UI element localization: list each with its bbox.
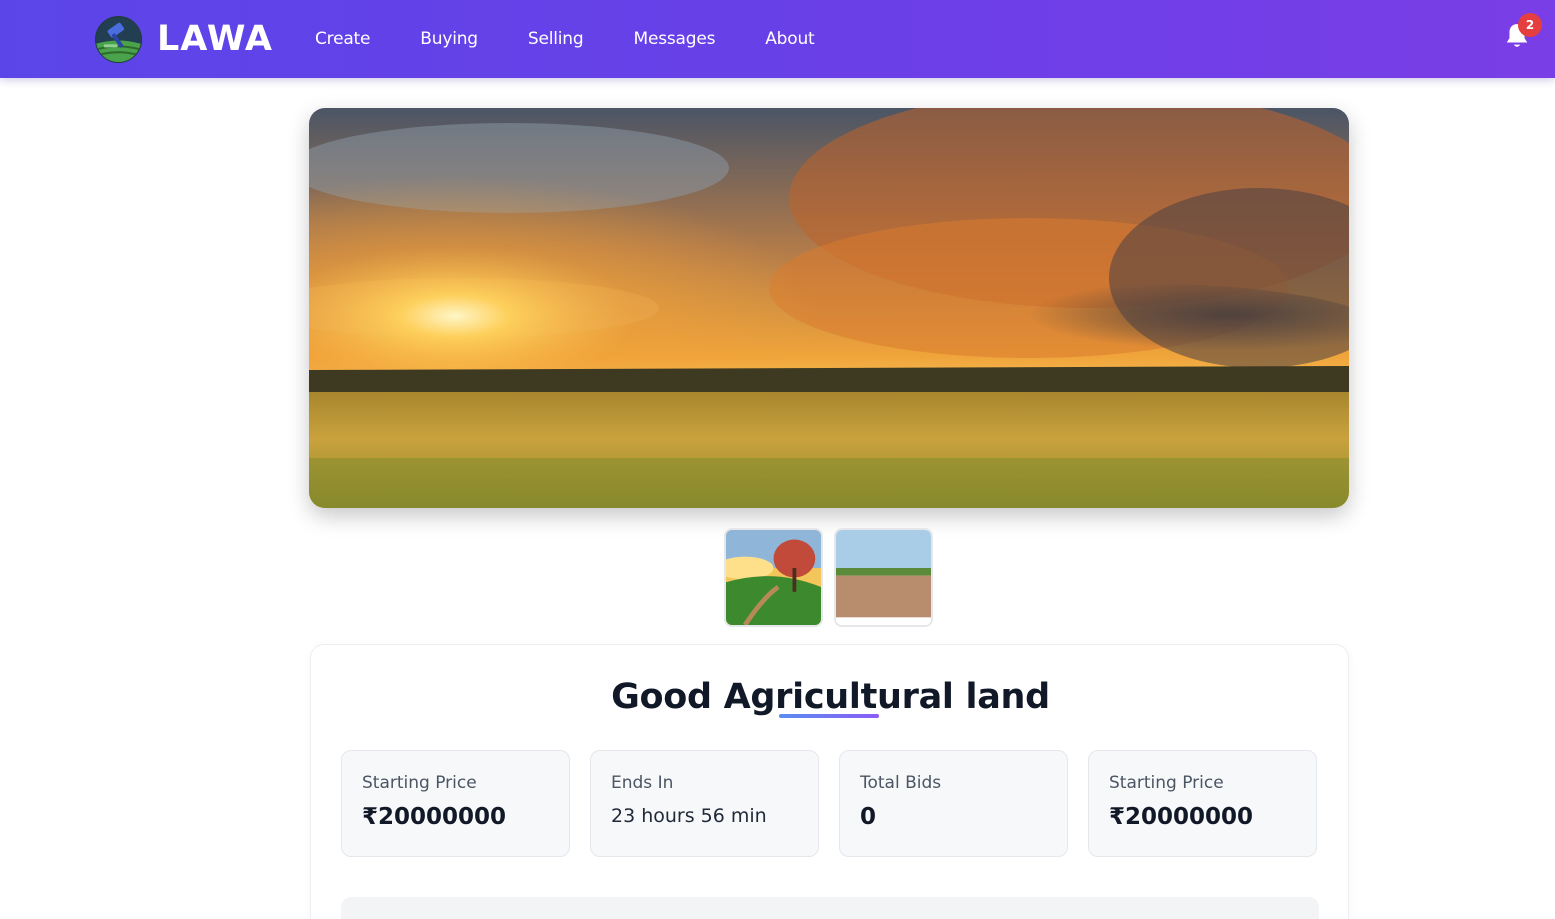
- stat-starting-price: Starting Price ₹20000000: [341, 750, 570, 857]
- painted-tree-hillside-thumbnail: [726, 530, 821, 625]
- stat-total-bids: Total Bids 0: [839, 750, 1068, 857]
- nav-buying[interactable]: Buying: [420, 29, 478, 49]
- image-thumbnails: [724, 528, 944, 627]
- bid-section-panel: [341, 897, 1319, 919]
- stat-value: 0: [860, 804, 877, 830]
- stat-value: ₹20000000: [1109, 804, 1254, 830]
- gavel-field-logo-icon: [94, 15, 143, 63]
- stat-value: 23 hours 56 min: [611, 805, 767, 827]
- nav-messages[interactable]: Messages: [633, 29, 715, 49]
- sunset-over-grass-field-photo: [309, 108, 1349, 508]
- nav-selling[interactable]: Selling: [528, 29, 584, 49]
- dry-plot-land-thumbnail: [836, 530, 931, 625]
- stat-label: Starting Price: [1109, 773, 1224, 793]
- thumbnail-2[interactable]: [834, 528, 933, 627]
- stat-label: Ends In: [611, 773, 674, 793]
- listing-title: Good Agricultural land: [611, 677, 1050, 717]
- stat-starting-price-2: Starting Price ₹20000000: [1088, 750, 1317, 857]
- stat-value: ₹20000000: [362, 804, 507, 830]
- nav-create[interactable]: Create: [315, 29, 370, 49]
- notifications-button[interactable]: 2: [1504, 13, 1542, 52]
- thumbnail-1[interactable]: [724, 528, 823, 627]
- top-navbar: LAWA Create Buying Selling Messages Abou…: [0, 0, 1555, 78]
- main-nav: Create Buying Selling Messages About: [315, 0, 865, 78]
- stat-label: Total Bids: [860, 773, 942, 793]
- listing-details-card: Good Agricultural land Starting Price ₹2…: [310, 644, 1349, 919]
- brand-name: LAWA: [157, 18, 273, 59]
- stat-ends-in: Ends In 23 hours 56 min: [590, 750, 819, 857]
- listing-stats: Starting Price ₹20000000 Ends In 23 hour…: [341, 750, 1337, 857]
- main-listing-image[interactable]: [309, 108, 1349, 508]
- nav-about[interactable]: About: [765, 29, 814, 49]
- stat-label: Starting Price: [362, 773, 477, 793]
- notification-count-badge: 2: [1518, 13, 1542, 37]
- brand-logo[interactable]: LAWA: [94, 14, 273, 64]
- title-underline-accent: [779, 714, 879, 718]
